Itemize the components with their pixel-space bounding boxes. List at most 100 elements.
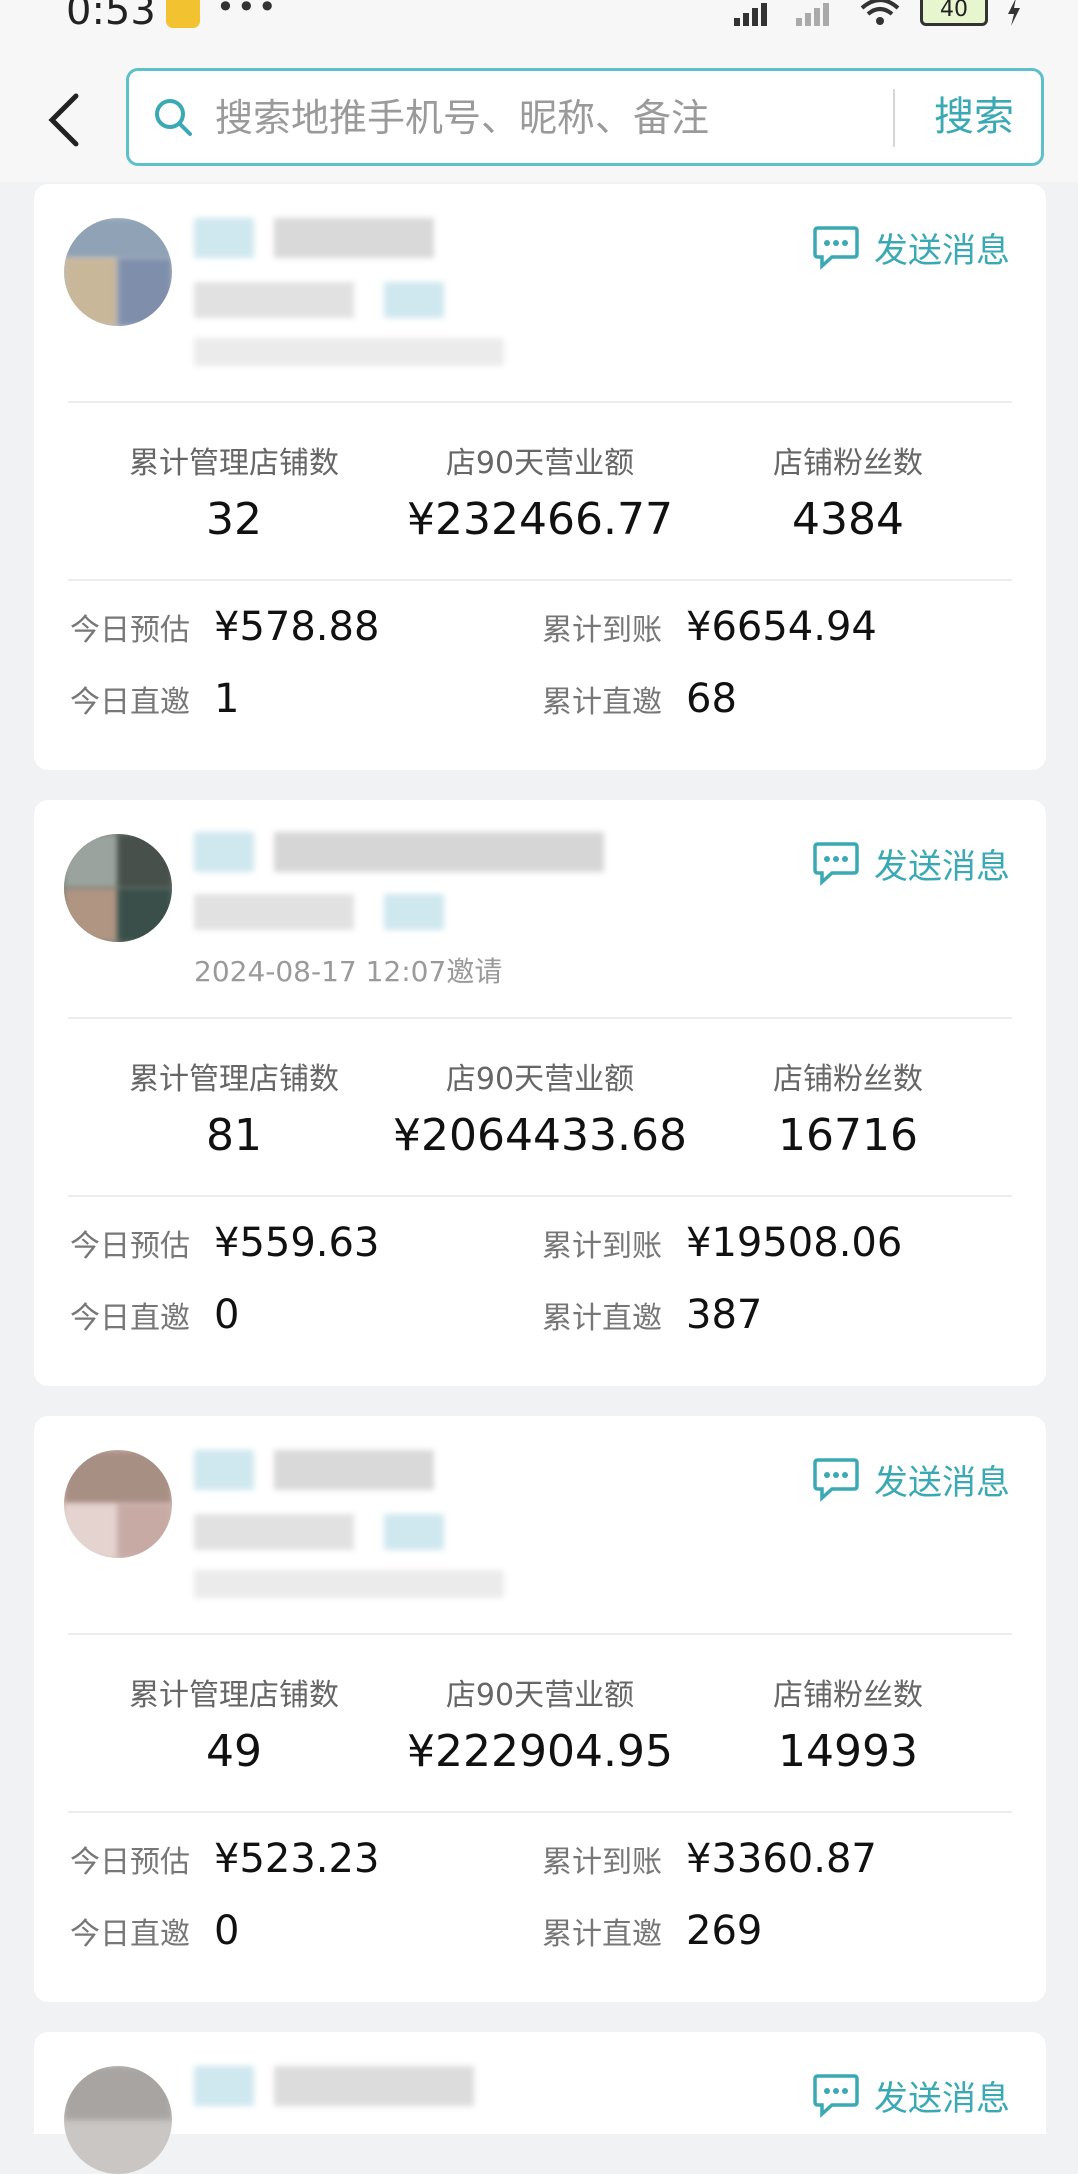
send-message-button[interactable]: 发送消息	[812, 2070, 1010, 2120]
total-received: 累计到账 ¥6654.94	[542, 604, 877, 650]
stat-value: 32	[206, 494, 262, 545]
search-button[interactable]: 搜索	[919, 87, 1029, 147]
stat-90day-revenue: 店90天营业额 ¥222904.95	[390, 1670, 690, 1777]
stat-value: 16716	[778, 1110, 918, 1161]
user-name-pixelated	[194, 214, 434, 262]
stat-value: ¥232466.77	[407, 494, 673, 545]
send-message-label: 发送消息	[874, 230, 1010, 271]
total-received: 累计到账 ¥19508.06	[542, 1220, 902, 1266]
status-bar: 0:53 ••• 40	[0, 0, 1078, 56]
kv-value: ¥6654.94	[686, 604, 877, 650]
avatar	[64, 2066, 172, 2174]
notification-icon	[166, 0, 200, 28]
signal-secondary-icon	[796, 3, 829, 26]
divider	[68, 579, 1012, 581]
wifi-icon	[860, 0, 900, 25]
kv-label: 累计到账	[542, 1229, 662, 1264]
kv-value: ¥559.63	[214, 1220, 380, 1266]
today-estimate: 今日预估 ¥523.23	[70, 1836, 379, 1882]
search-icon	[155, 99, 192, 136]
search-divider	[893, 89, 895, 147]
stat-value: ¥222904.95	[407, 1726, 673, 1777]
signal-icon	[734, 3, 767, 26]
kv-value: 1	[214, 676, 240, 722]
back-button[interactable]	[40, 90, 90, 150]
avatar	[64, 834, 172, 942]
invite-time: 2024-08-17 12:07邀请	[194, 955, 503, 988]
promoter-card: 发送消息 累计管理店铺数 49 店90天营业额 ¥222904.95 店铺粉丝数…	[34, 1416, 1046, 2002]
kv-value: 387	[686, 1292, 763, 1338]
stat-value: 81	[206, 1110, 262, 1161]
avatar	[64, 218, 172, 326]
kv-label: 累计到账	[542, 1845, 662, 1880]
stat-label: 店90天营业额	[445, 1678, 635, 1713]
stat-label: 店90天营业额	[445, 446, 635, 481]
battery-icon: 40	[920, 0, 988, 26]
stat-label: 店铺粉丝数	[773, 446, 923, 481]
divider	[68, 1633, 1012, 1635]
stat-managed-stores: 累计管理店铺数 49	[84, 1670, 384, 1777]
user-remark-pixelated	[194, 1510, 494, 1558]
total-received: 累计到账 ¥3360.87	[542, 1836, 877, 1882]
stat-store-fans: 店铺粉丝数 16716	[698, 1054, 998, 1161]
avatar	[64, 1450, 172, 1558]
divider	[68, 1017, 1012, 1019]
kv-value: 68	[686, 676, 737, 722]
stat-value: 14993	[778, 1726, 918, 1777]
kv-label: 今日预估	[70, 613, 190, 648]
header: 搜索	[0, 56, 1078, 182]
kv-value: ¥19508.06	[686, 1220, 903, 1266]
stat-managed-stores: 累计管理店铺数 32	[84, 438, 384, 545]
kv-value: ¥3360.87	[686, 1836, 877, 1882]
divider	[68, 401, 1012, 403]
more-notifications-icon: •••	[216, 0, 279, 26]
chat-bubble-icon	[813, 842, 859, 886]
stat-label: 店90天营业额	[445, 1062, 635, 1097]
today-direct-invites: 今日直邀 0	[70, 1908, 239, 1954]
user-name-pixelated	[194, 1446, 434, 1494]
kv-label: 累计到账	[542, 613, 662, 648]
stat-store-fans: 店铺粉丝数 14993	[698, 1670, 998, 1777]
kv-label: 累计直邀	[542, 685, 662, 720]
send-message-button[interactable]: 发送消息	[812, 838, 1010, 888]
send-message-button[interactable]: 发送消息	[812, 222, 1010, 272]
chat-bubble-icon	[813, 226, 859, 270]
today-direct-invites: 今日直邀 1	[70, 676, 239, 722]
stat-label: 累计管理店铺数	[129, 1678, 339, 1713]
promoter-card: 2024-08-17 12:07邀请 发送消息 累计管理店铺数 81 店90天营…	[34, 800, 1046, 1386]
stat-label: 店铺粉丝数	[773, 1678, 923, 1713]
kv-value: 269	[686, 1908, 763, 1954]
stat-value: ¥2064433.68	[393, 1110, 687, 1161]
stat-label: 累计管理店铺数	[129, 446, 339, 481]
kv-label: 今日直邀	[70, 1917, 190, 1952]
divider	[68, 1195, 1012, 1197]
user-name-pixelated	[194, 826, 614, 874]
send-message-button[interactable]: 发送消息	[812, 1454, 1010, 1504]
charging-icon	[1008, 0, 1020, 26]
stat-store-fans: 店铺粉丝数 4384	[698, 438, 998, 545]
send-message-label: 发送消息	[874, 846, 1010, 887]
total-direct-invites: 累计直邀 269	[542, 1908, 762, 1954]
stat-90day-revenue: 店90天营业额 ¥2064433.68	[390, 1054, 690, 1161]
stat-managed-stores: 累计管理店铺数 81	[84, 1054, 384, 1161]
send-message-label: 发送消息	[874, 2078, 1010, 2119]
kv-value: ¥523.23	[214, 1836, 380, 1882]
chat-bubble-icon	[813, 1458, 859, 1502]
total-direct-invites: 累计直邀 68	[542, 676, 737, 722]
kv-label: 今日预估	[70, 1845, 190, 1880]
promoter-card: 发送消息	[34, 2032, 1046, 2174]
search-box: 搜索	[126, 68, 1044, 166]
search-input[interactable]	[213, 89, 817, 147]
stat-label: 店铺粉丝数	[773, 1062, 923, 1097]
chevron-left-icon	[48, 93, 79, 147]
kv-label: 累计直邀	[542, 1301, 662, 1336]
kv-label: 今日直邀	[70, 685, 190, 720]
kv-label: 累计直邀	[542, 1917, 662, 1952]
stat-label: 累计管理店铺数	[129, 1062, 339, 1097]
status-indicators: 40	[734, 0, 1022, 26]
today-direct-invites: 今日直邀 0	[70, 1292, 239, 1338]
stat-90day-revenue: 店90天营业额 ¥232466.77	[390, 438, 690, 545]
today-estimate: 今日预估 ¥559.63	[70, 1220, 379, 1266]
promoter-card: 发送消息 累计管理店铺数 32 店90天营业额 ¥232466.77 店铺粉丝数…	[34, 184, 1046, 770]
stat-value: 4384	[792, 494, 904, 545]
